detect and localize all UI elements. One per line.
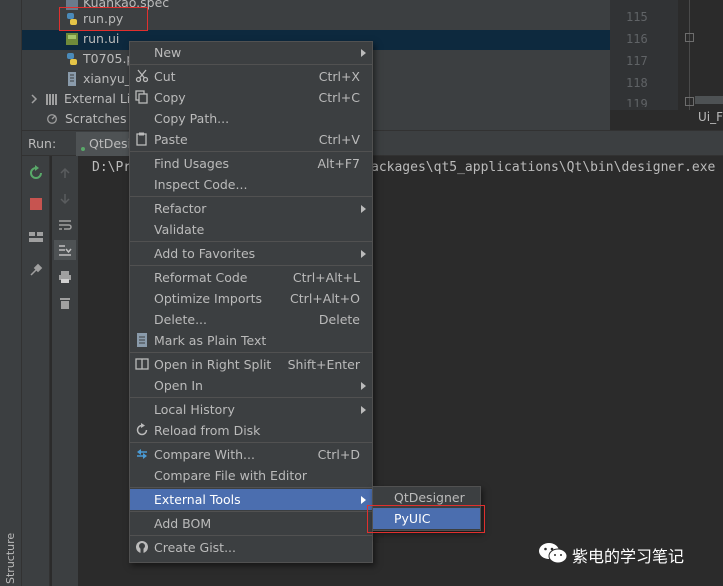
console-output-end: ackages\qt5_applications\Qt\bin\designer… (371, 160, 716, 175)
menu-item-validate[interactable]: Validate (130, 219, 372, 240)
line-number: 118 (626, 76, 648, 90)
scroll-to-end-icon (59, 245, 72, 256)
menu-item-paste[interactable]: Paste Ctrl+V (130, 129, 372, 150)
submenu-arrow-icon (361, 496, 366, 504)
menu-item-cut[interactable]: Cut Ctrl+X (130, 66, 372, 87)
menu-item-create-gist[interactable]: Create Gist... (130, 537, 372, 558)
run-toolbar-primary (22, 156, 50, 586)
menu-item-reformat-code[interactable]: Reformat Code Ctrl+Alt+L (130, 267, 372, 288)
menu-item-mark-as-plain-text[interactable]: Mark as Plain Text (130, 330, 372, 351)
pyuic-annotation-box (367, 505, 485, 533)
soft-wrap-icon[interactable] (58, 218, 72, 232)
python-file-icon (67, 53, 77, 65)
menu-item-copy[interactable]: Copy Ctrl+C (130, 87, 372, 108)
line-number: 115 (626, 10, 648, 24)
menu-separator (130, 511, 372, 512)
menu-separator (130, 487, 372, 488)
scratches-icon (47, 114, 57, 124)
print-icon[interactable] (58, 270, 72, 284)
running-indicator-icon (81, 147, 85, 151)
menu-item-open-in[interactable]: Open In (130, 375, 372, 396)
paste-icon (136, 132, 147, 146)
chevron-right-icon (31, 94, 38, 104)
console-output-start: D:\Pr (92, 160, 132, 175)
ui-file-icon (66, 33, 78, 45)
menu-item-compare-with[interactable]: Compare With... Ctrl+D (130, 444, 372, 465)
menu-separator (130, 151, 372, 152)
run-py-annotation-box (59, 7, 148, 31)
watermark-text: 紫电的学习笔记 (572, 547, 685, 566)
line-number: 117 (626, 54, 648, 68)
github-icon (136, 541, 148, 553)
text-file-icon (68, 72, 76, 86)
menu-separator (130, 442, 372, 443)
stop-icon[interactable] (30, 198, 42, 210)
menu-item-refactor[interactable]: Refactor (130, 198, 372, 219)
menu-item-add-bom[interactable]: Add BOM (130, 513, 372, 534)
run-tab-label: QtDesi (89, 136, 132, 151)
fold-marker-icon[interactable] (685, 33, 694, 42)
submenu-arrow-icon (361, 250, 366, 258)
structure-tab-label: Structure (4, 532, 17, 584)
reload-icon (136, 423, 148, 436)
library-icon (46, 94, 57, 105)
trash-icon[interactable] (58, 296, 72, 310)
submenu-arrow-icon (361, 49, 366, 57)
menu-item-inspect-code[interactable]: Inspect Code... (130, 174, 372, 195)
layout-icon[interactable] (28, 230, 44, 244)
line-number: 119 (626, 97, 648, 107)
menu-item-open-in-right-split[interactable]: Open in Right Split Shift+Enter (130, 354, 372, 375)
line-number: 116 (626, 32, 648, 46)
menu-item-optimize-imports[interactable]: Optimize Imports Ctrl+Alt+O (130, 288, 372, 309)
structure-tool-tab[interactable]: Structure (2, 520, 20, 586)
arrow-up-icon[interactable] (58, 166, 72, 180)
arrow-down-icon[interactable] (58, 192, 72, 206)
text-file-icon (137, 333, 147, 347)
menu-item-delete[interactable]: Delete... Delete (130, 309, 372, 330)
run-panel-label: Run: (28, 136, 57, 151)
menu-item-copy-path[interactable]: Copy Path... (130, 108, 372, 129)
menu-separator (130, 265, 372, 266)
fold-marker-icon[interactable] (685, 97, 694, 106)
menu-separator (130, 241, 372, 242)
scissors-icon (135, 69, 149, 83)
menu-item-new[interactable]: New (130, 42, 372, 63)
editor-tab-ui-file[interactable]: Ui_F (698, 110, 723, 124)
watermark: 紫电的学习笔记 (538, 540, 718, 566)
pin-icon[interactable] (29, 263, 43, 277)
copy-icon (135, 90, 148, 104)
submenu-arrow-icon (361, 205, 366, 213)
menu-item-external-tools[interactable]: External Tools (130, 489, 372, 510)
rerun-icon[interactable] (28, 165, 44, 181)
menu-separator (130, 64, 372, 65)
menu-item-reload-from-disk[interactable]: Reload from Disk (130, 420, 372, 441)
menu-separator (130, 397, 372, 398)
left-tool-stripe (0, 0, 22, 586)
submenu-arrow-icon (361, 406, 366, 414)
menu-item-add-to-favorites[interactable]: Add to Favorites (130, 243, 372, 264)
menu-item-compare-file-with-editor[interactable]: Compare File with Editor (130, 465, 372, 486)
menu-separator (130, 196, 372, 197)
split-view-icon (135, 358, 149, 370)
menu-separator (130, 352, 372, 353)
fold-guide (689, 0, 690, 110)
horizontal-scrollbar[interactable] (695, 96, 723, 104)
menu-separator (130, 535, 372, 536)
menu-item-local-history[interactable]: Local History (130, 399, 372, 420)
wechat-icon (539, 543, 568, 564)
submenu-arrow-icon (361, 382, 366, 390)
compare-icon (137, 449, 147, 459)
menu-item-find-usages[interactable]: Find Usages Alt+F7 (130, 153, 372, 174)
